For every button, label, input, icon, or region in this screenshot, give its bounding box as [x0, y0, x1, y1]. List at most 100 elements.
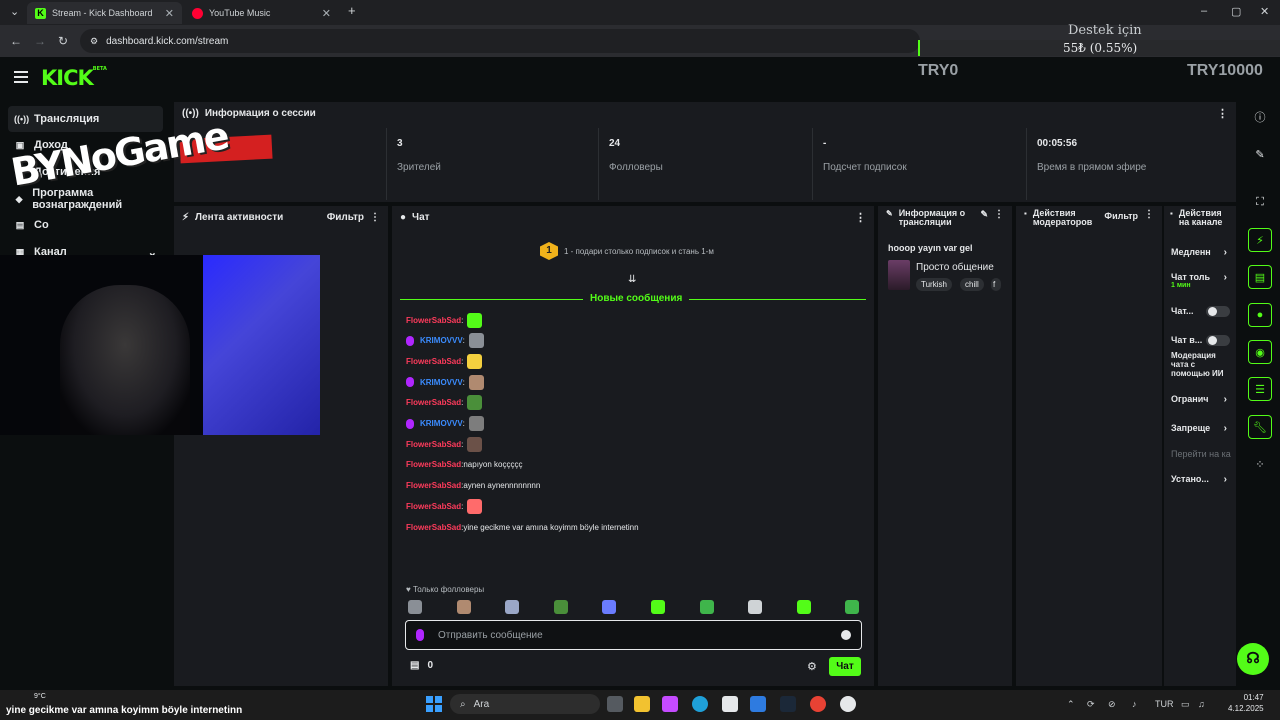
chat-message[interactable]: FlowerSabSad: yine gecikme var amına koy…	[406, 518, 639, 536]
settings-action[interactable]: Устано... ›	[1171, 474, 1231, 492]
mail-icon[interactable]	[750, 696, 766, 712]
chat-message[interactable]: FlowerSabSad: napıyon koççççç	[406, 456, 523, 474]
fullscreen-icon[interactable]: ⛶	[1248, 190, 1272, 214]
send-chat-button[interactable]: Чат	[829, 657, 861, 676]
quick-emote-icon[interactable]	[651, 600, 665, 614]
more-options-icon[interactable]: ⋮	[1217, 107, 1228, 120]
display-icon[interactable]: ▭	[1181, 699, 1190, 710]
tray-chevron-icon[interactable]: ⌃	[1067, 699, 1075, 710]
pinned-toggle-icon[interactable]: ⇊	[628, 274, 636, 285]
office-icon[interactable]	[662, 696, 678, 712]
quick-emote-icon[interactable]	[505, 600, 520, 614]
back-arrow-icon[interactable]: ←	[10, 34, 22, 48]
tab-youtube-music[interactable]: YouTube Music ✕	[184, 2, 339, 24]
microphone-icon[interactable]: ♪	[1132, 699, 1137, 709]
stream-tag[interactable]: chill	[960, 278, 984, 291]
category-name[interactable]: Просто общение	[916, 262, 994, 273]
tab-kick-dashboard[interactable]: K Stream - Kick Dashboard ✕	[27, 2, 182, 24]
volume-icon[interactable]: ♫	[1198, 699, 1205, 709]
taskbar-search[interactable]: ⌕ Ara	[450, 694, 600, 714]
chat-message[interactable]: FlowerSabSad: aynen aynennnnnnnn	[406, 477, 540, 495]
chat-settings-icon[interactable]: ⚙	[807, 660, 817, 673]
maximize-button[interactable]: ▢	[1231, 5, 1241, 18]
broadcast-icon[interactable]: ◉	[1248, 340, 1272, 364]
forward-arrow-icon[interactable]: →	[34, 34, 46, 48]
support-headset-icon[interactable]: ☊	[1237, 643, 1269, 675]
layout-dots-icon[interactable]: ⁘	[1248, 452, 1272, 476]
chat-message[interactable]: FlowerSabSad:	[406, 352, 483, 370]
gift-sub-promo[interactable]: 1 1 - подари столько подписок и стань 1-…	[540, 242, 714, 260]
chat-message[interactable]: FlowerSabSad:	[406, 435, 483, 453]
chat-message[interactable]: KRIMOVVV:	[406, 373, 484, 391]
go-to-channel-link[interactable]: Перейти на ка	[1171, 449, 1237, 467]
slow-mode-action[interactable]: Медленн ›	[1171, 247, 1231, 265]
more-options-icon[interactable]: ⋮	[1144, 209, 1154, 220]
quick-emote-icon[interactable]	[699, 600, 714, 614]
store-icon[interactable]	[722, 696, 738, 712]
system-clock[interactable]: 01:47 4.12.2025	[1228, 692, 1264, 714]
site-info-icon[interactable]: ⚙	[90, 36, 98, 47]
filter-button[interactable]: Фильтр	[327, 212, 364, 223]
quick-emote-icon[interactable]	[553, 600, 568, 614]
steam-icon[interactable]	[780, 696, 796, 712]
chat-message-input[interactable]: Отправить сообщение	[405, 620, 862, 650]
edge-icon[interactable]	[692, 696, 708, 712]
chat-username[interactable]: FlowerSabSad	[406, 481, 461, 490]
minimize-button[interactable]: –	[1201, 5, 1207, 17]
menu-icon[interactable]	[14, 71, 28, 83]
chat-username[interactable]: FlowerSabSad	[406, 440, 461, 449]
stream-tag[interactable]: f	[991, 278, 1001, 291]
chat-toggle-switch-1[interactable]	[1206, 306, 1230, 317]
wrench-icon[interactable]: 🔧︎	[1248, 415, 1272, 439]
quick-emote-icon[interactable]	[796, 600, 811, 614]
address-bar[interactable]: ⚙ dashboard.kick.com/stream	[80, 29, 920, 53]
chat-toggle-switch-2[interactable]	[1206, 335, 1230, 346]
task-view-icon[interactable]	[607, 696, 623, 712]
more-options-icon[interactable]: ⋮	[370, 212, 380, 223]
queue-icon[interactable]: ☰	[1248, 377, 1272, 401]
new-tab-button[interactable]: +	[348, 3, 356, 18]
quick-emote-icon[interactable]	[602, 600, 617, 614]
close-window-button[interactable]: ✕	[1260, 5, 1269, 18]
chat-message[interactable]: FlowerSabSad:	[406, 394, 483, 412]
more-options-icon[interactable]: ⋮	[855, 211, 866, 224]
chat-username[interactable]: FlowerSabSad	[406, 502, 461, 511]
file-explorer-icon[interactable]	[634, 696, 650, 712]
tab-list-icon[interactable]: ⌄	[10, 5, 19, 18]
chat-username[interactable]: KRIMOVVV	[420, 336, 463, 345]
kick-logo[interactable]: KICKBETA	[41, 66, 107, 90]
network-off-icon[interactable]: ⊘	[1108, 699, 1116, 710]
chat-username[interactable]: FlowerSabSad	[406, 460, 461, 469]
info-icon[interactable]: ⓘ	[1248, 105, 1272, 129]
stream-tag[interactable]: Turkish	[916, 278, 952, 291]
close-tab-icon[interactable]: ✕	[165, 7, 174, 20]
category-thumbnail[interactable]	[888, 260, 910, 290]
language-indicator[interactable]: TUR	[1155, 699, 1174, 709]
quick-emote-icon[interactable]	[845, 600, 860, 614]
lightning-icon[interactable]: ⚡︎	[1248, 228, 1272, 252]
banned-action[interactable]: Запреще ›	[1171, 423, 1231, 441]
sync-icon[interactable]: ⟳	[1087, 699, 1095, 710]
more-options-icon[interactable]: ⋮	[994, 209, 1004, 220]
filter-button[interactable]: Фильтр	[1104, 209, 1138, 221]
edit-pencil-icon[interactable]: ✎	[1248, 142, 1272, 166]
chat-icon[interactable]: ●	[1248, 303, 1272, 327]
followers-only-action[interactable]: Чат толь › 1 мин	[1171, 272, 1231, 290]
obs-icon[interactable]	[840, 696, 856, 712]
chrome-icon[interactable]	[810, 696, 826, 712]
sidebar-item-content[interactable]: ▤ Со	[8, 212, 163, 238]
reload-icon[interactable]: ↻	[58, 34, 68, 48]
ai-moderation-action[interactable]: Модерация чата с помощью ИИ	[1171, 351, 1229, 389]
document-icon[interactable]: ▤	[1248, 265, 1272, 289]
restrictions-action[interactable]: Огранич ›	[1171, 394, 1231, 412]
chat-username[interactable]: FlowerSabSad	[406, 316, 461, 325]
quick-emote-icon[interactable]	[408, 600, 422, 614]
chat-username[interactable]: FlowerSabSad	[406, 357, 461, 366]
close-tab-icon[interactable]: ✕	[322, 7, 331, 20]
windows-start-icon[interactable]	[426, 696, 442, 712]
chat-message[interactable]: KRIMOVVV:	[406, 415, 484, 433]
chat-username[interactable]: FlowerSabSad	[406, 398, 461, 407]
edit-pencil-icon[interactable]: ✎	[980, 209, 988, 220]
chat-message[interactable]: FlowerSabSad:	[406, 311, 483, 329]
weather-widget[interactable]: 9°C	[34, 693, 46, 700]
